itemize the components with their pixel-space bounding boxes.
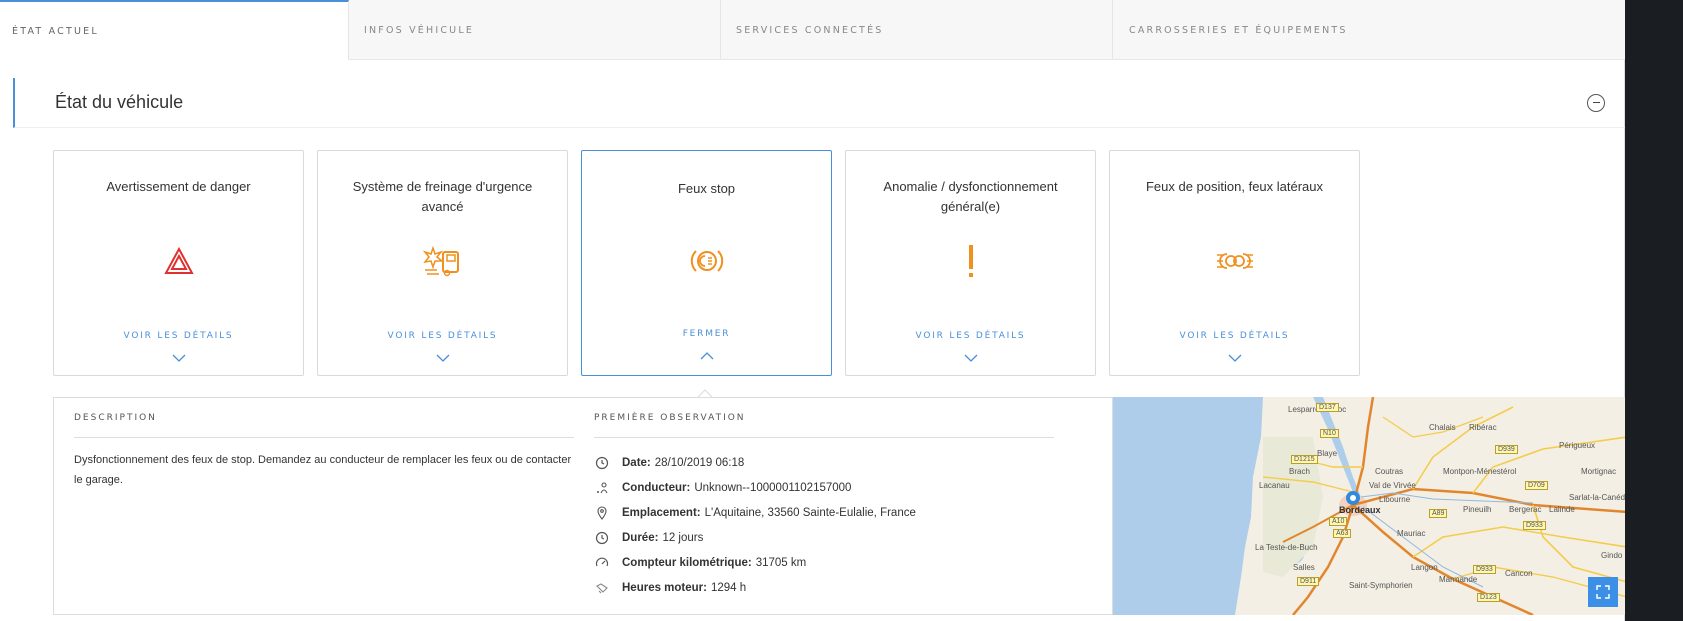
map-road-label: D709 [1525, 481, 1548, 490]
tab-label: SERVICES CONNECTÉS [736, 24, 884, 36]
section-title: État du véhicule [55, 92, 184, 112]
card-title: Système de freinage d'urgence avancé [352, 179, 533, 214]
brake-light-icon [687, 241, 727, 281]
emergency-brake-icon [422, 241, 463, 281]
card-title: Feux stop [677, 181, 736, 196]
alert-card-general-fault[interactable]: Anomalie / dysfonctionnement général(e) … [845, 150, 1096, 376]
chevron-down-icon[interactable] [435, 353, 451, 363]
map-road-label: D933 [1523, 521, 1546, 530]
map-place-label: Bergerac [1509, 505, 1542, 514]
map-road-label: A10 [1329, 517, 1348, 526]
card-title: Feux de position, feux latéraux [1145, 179, 1324, 194]
driver-icon [594, 480, 610, 496]
description-column: DESCRIPTION Dysfonctionnement des feux d… [74, 398, 574, 490]
background-edge [1625, 0, 1683, 621]
observation-location: Emplacement: L'Aquitaine, 33560 Sainte-E… [594, 500, 1054, 525]
description-heading: DESCRIPTION [74, 398, 574, 438]
map-place-label: Périgueux [1559, 441, 1596, 450]
tab-bar: ÉTAT ACTUEL INFOS VÉHICULE SERVICES CONN… [0, 0, 1625, 60]
map-place-label: Ribérac [1469, 423, 1497, 432]
alert-card-hazard[interactable]: Avertissement de danger VOIR LES DÉTAILS [53, 150, 304, 376]
chevron-down-icon[interactable] [171, 353, 187, 363]
app-frame: ÉTAT ACTUEL INFOS VÉHICULE SERVICES CONN… [0, 0, 1626, 621]
map-road-label: N10 [1320, 429, 1339, 438]
map-road-label: D1215 [1291, 455, 1318, 464]
first-observation-column: PREMIÈRE OBSERVATION Date: 28/10/2019 06… [594, 398, 1054, 600]
map-place-label: Langon [1411, 563, 1438, 572]
map-place-label: Chalais [1429, 423, 1456, 432]
observation-heading: PREMIÈRE OBSERVATION [594, 398, 1054, 438]
map-place-label: Brach [1289, 467, 1310, 476]
collapse-button[interactable] [1587, 93, 1605, 112]
map-place-label: Pineuilh [1463, 505, 1492, 514]
map-place-label: Blaye [1317, 449, 1338, 458]
map-place-label: Saint-Symphorien [1349, 581, 1413, 590]
map-place-label: Lalinde [1549, 505, 1575, 514]
chevron-up-icon[interactable] [699, 351, 715, 361]
description-text: Dysfonctionnement des feux de stop. Dema… [74, 454, 572, 486]
map-road-label: D137 [1316, 403, 1339, 412]
expand-icon [1596, 585, 1610, 599]
map-place-label: La Teste-de-Buch [1255, 543, 1318, 552]
alert-card-emergency-brake[interactable]: Système de freinage d'urgence avancé VOI… [317, 150, 568, 376]
location-map[interactable]: Lesparre-Médoc Chalais Ribérac Périgueux… [1112, 397, 1626, 615]
map-place-label: Mauriac [1397, 529, 1426, 538]
map-road-label: A63 [1333, 529, 1352, 538]
card-title: Avertissement de danger [106, 179, 251, 194]
tab-services-connectes[interactable]: SERVICES CONNECTÉS [721, 0, 1113, 60]
engine-hours-icon [594, 580, 610, 596]
map-road-label: D933 [1473, 565, 1496, 574]
map-place-label: Montpon-Ménestérol [1443, 467, 1517, 476]
observation-driver: Conducteur: Unknown--1000001102157000 [594, 475, 1054, 500]
map-place-label: Lacanau [1259, 481, 1290, 490]
map-fullscreen-button[interactable] [1588, 577, 1618, 607]
observation-duration: Durée: 12 jours [594, 525, 1054, 550]
map-place-label: Gindo [1601, 551, 1623, 560]
card-close-link[interactable]: FERMER [582, 329, 831, 339]
observation-list: Date: 28/10/2019 06:18 Conducteur: Unkno… [594, 450, 1054, 600]
map-place-label: Coutras [1375, 467, 1404, 476]
odometer-icon [594, 555, 610, 571]
map-city-label: Bordeaux [1339, 505, 1381, 515]
alert-cards: Avertissement de danger VOIR LES DÉTAILS… [53, 150, 1360, 376]
exclamation-icon [951, 241, 991, 281]
tab-label: CARROSSERIES ET ÉQUIPEMENTS [1129, 24, 1348, 36]
clock-icon [594, 455, 610, 471]
tab-etat-actuel[interactable]: ÉTAT ACTUEL [0, 0, 349, 60]
map-place-label: Sarlat-la-Canéda [1569, 493, 1626, 502]
map-place-label: Cancon [1505, 569, 1533, 578]
map-road-label: D939 [1495, 445, 1518, 454]
tab-carrosseries[interactable]: CARROSSERIES ET ÉQUIPEMENTS [1113, 0, 1625, 60]
location-pin-icon [594, 505, 610, 521]
card-details-link[interactable]: VOIR LES DÉTAILS [318, 331, 567, 341]
card-details-link[interactable]: VOIR LES DÉTAILS [846, 331, 1095, 341]
hazard-triangle-icon [159, 241, 199, 281]
duration-clock-icon [594, 530, 610, 546]
map-road-label: A89 [1429, 509, 1448, 518]
tab-label: INFOS VÉHICULE [364, 24, 475, 36]
tab-infos-vehicule[interactable]: INFOS VÉHICULE [349, 0, 721, 60]
observation-date: Date: 28/10/2019 06:18 [594, 450, 1054, 475]
card-details-link[interactable]: VOIR LES DÉTAILS [1110, 331, 1359, 341]
map-road-label: D123 [1477, 593, 1500, 602]
alert-card-position-lights[interactable]: Feux de position, feux latéraux VOIR LES… [1109, 150, 1360, 376]
map-place-label: Val de Virvée [1369, 481, 1416, 490]
position-lights-icon [1215, 241, 1255, 281]
chevron-down-icon[interactable] [963, 353, 979, 363]
card-title: Anomalie / dysfonctionnement général(e) [883, 179, 1058, 214]
tab-label: ÉTAT ACTUEL [12, 25, 99, 37]
card-details-link[interactable]: VOIR LES DÉTAILS [54, 331, 303, 341]
map-place-label: Libourne [1379, 495, 1411, 504]
vehicle-status-header: État du véhicule [13, 78, 1625, 128]
map-road-label: D911 [1297, 577, 1320, 586]
alert-card-brake-lights[interactable]: Feux stop FERMER [581, 150, 832, 376]
observation-engine-hours: Heures moteur: 1294 h [594, 575, 1054, 600]
observation-odometer: Compteur kilométrique: 31705 km [594, 550, 1054, 575]
alert-details-panel: DESCRIPTION Dysfonctionnement des feux d… [53, 397, 1626, 615]
map-place-label: Mortignac [1581, 467, 1617, 476]
map-place-label: Salles [1293, 563, 1315, 572]
chevron-down-icon[interactable] [1227, 353, 1243, 363]
map-place-label: Marmande [1439, 575, 1478, 584]
